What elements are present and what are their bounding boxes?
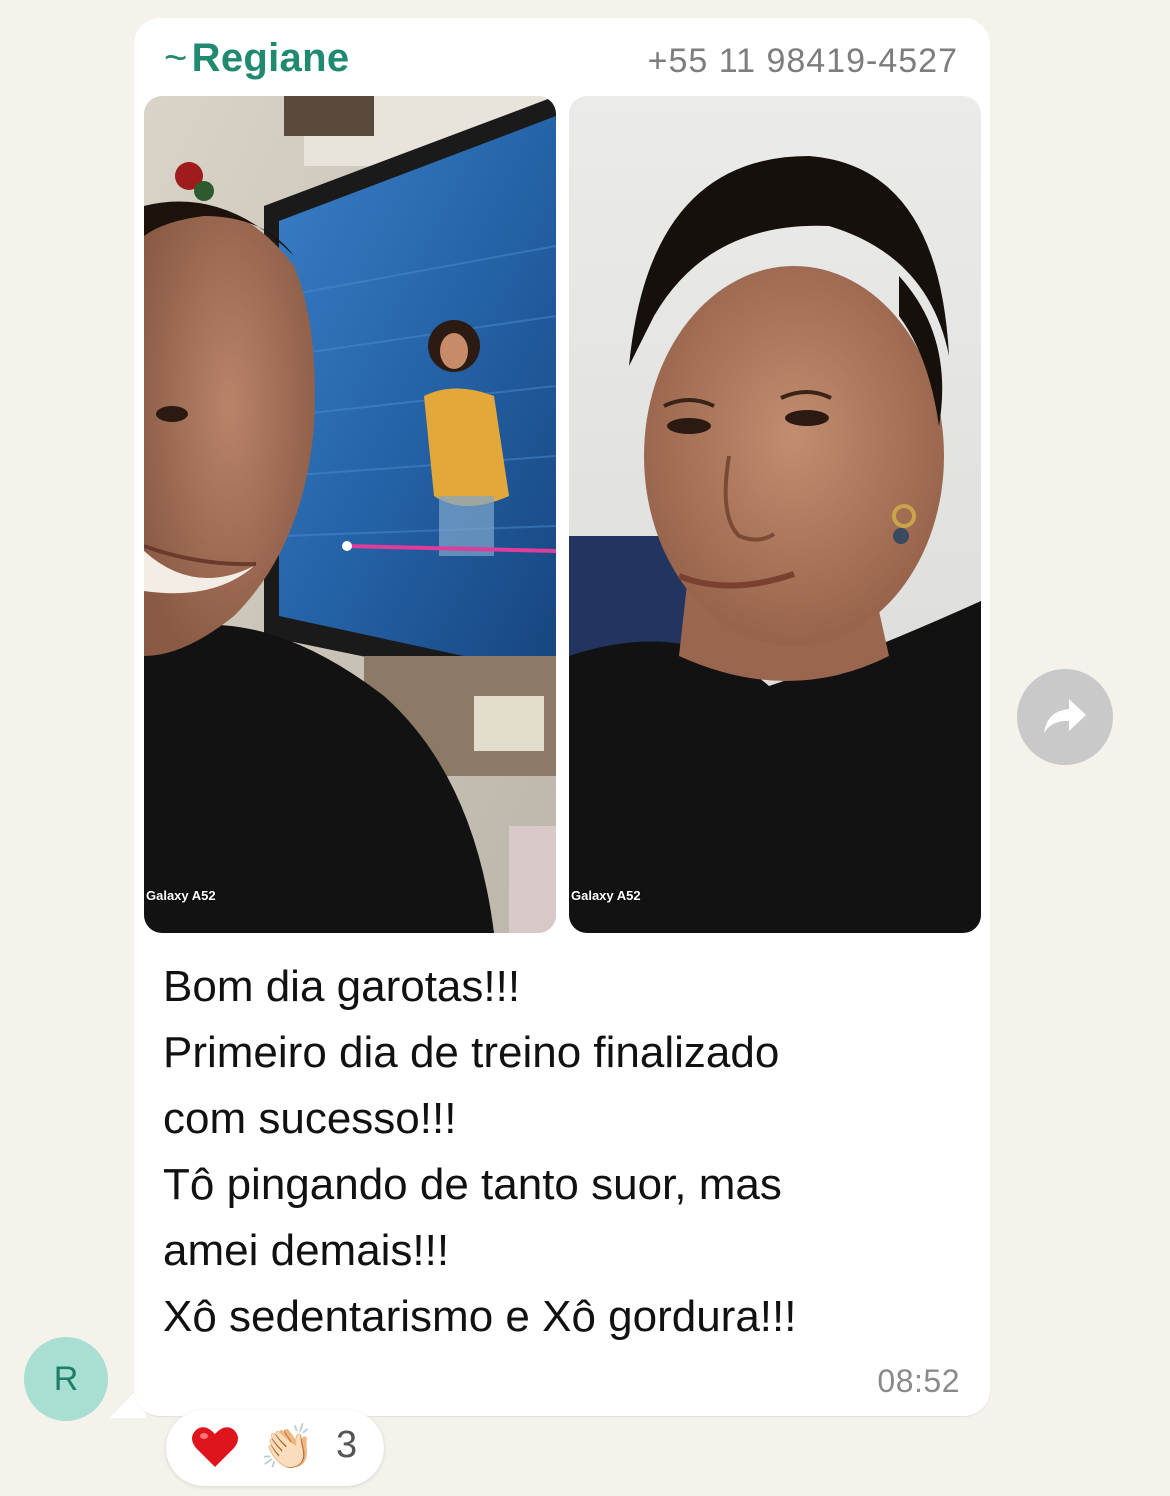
message-bubble[interactable]: ~ Regiane +55 11 98419-4527 Galaxy A52 G…	[134, 18, 990, 1416]
photo-2-watermark: Galaxy A52	[571, 888, 641, 903]
avatar-initial: R	[53, 1359, 79, 1398]
sender-prefix: ~	[164, 36, 188, 80]
message-line: amei demais!!!	[163, 1226, 450, 1275]
message-line: com sucesso!!!	[163, 1094, 457, 1143]
clapping-hands-icon: 👏🏻	[260, 1423, 315, 1472]
sender-name[interactable]: ~ Regiane	[164, 36, 349, 81]
heart-icon	[192, 1427, 238, 1467]
sender-name-label: Regiane	[191, 36, 350, 80]
forward-button[interactable]	[1017, 669, 1113, 765]
sender-phone[interactable]: +55 11 98419-4527	[648, 42, 958, 81]
message-timestamp: 08:52	[877, 1363, 960, 1399]
avatar[interactable]: R	[24, 1337, 108, 1421]
photo-1-image	[144, 96, 556, 933]
message-text: Bom dia garotas!!! Primeiro dia de trein…	[163, 954, 963, 1350]
message-line: Primeiro dia de treino finalizado	[163, 1028, 780, 1077]
forward-arrow-icon	[1044, 699, 1086, 733]
message-line: Bom dia garotas!!!	[163, 962, 521, 1011]
photo-1-watermark: Galaxy A52	[146, 888, 216, 903]
photo-2-image	[569, 96, 981, 933]
reaction-count: 3	[336, 1424, 358, 1466]
message-line: Tô pingando de tanto suor, mas	[163, 1160, 782, 1209]
photo-2[interactable]: Galaxy A52	[569, 96, 981, 933]
reactions-pill[interactable]: 👏🏻 3	[166, 1410, 384, 1486]
message-line: Xô sedentarismo e Xô gordura!!!	[163, 1292, 797, 1341]
photo-1[interactable]: Galaxy A52	[144, 96, 556, 933]
